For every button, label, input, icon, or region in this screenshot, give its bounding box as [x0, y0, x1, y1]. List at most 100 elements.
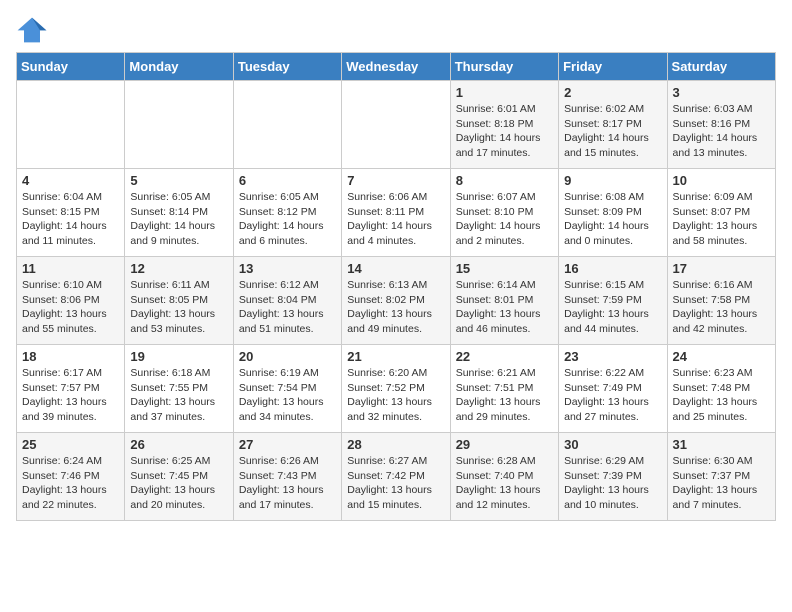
day-number: 29 [456, 437, 553, 452]
day-number: 14 [347, 261, 444, 276]
day-number: 27 [239, 437, 336, 452]
calendar-cell [125, 81, 233, 169]
day-number: 3 [673, 85, 770, 100]
cell-info: Sunrise: 6:05 AM Sunset: 8:12 PM Dayligh… [239, 190, 336, 249]
day-number: 9 [564, 173, 661, 188]
day-number: 10 [673, 173, 770, 188]
weekday-header-tuesday: Tuesday [233, 53, 341, 81]
calendar-cell: 10 Sunrise: 6:09 AM Sunset: 8:07 PM Dayli… [667, 169, 775, 257]
calendar-cell: 30 Sunrise: 6:29 AM Sunset: 7:39 PM Dayli… [559, 433, 667, 521]
calendar-cell: 5Sunrise: 6:05 AM Sunset: 8:14 PM Daylig… [125, 169, 233, 257]
calendar-cell: 31Sunrise: 6:30 AM Sunset: 7:37 PM Dayli… [667, 433, 775, 521]
logo [16, 16, 52, 44]
calendar-cell: 20 Sunrise: 6:19 AM Sunset: 7:54 PM Dayli… [233, 345, 341, 433]
calendar-cell: 24 Sunrise: 6:23 AM Sunset: 7:48 PM Dayli… [667, 345, 775, 433]
calendar-week-3: 11 Sunrise: 6:10 AM Sunset: 8:06 PM Dayli… [17, 257, 776, 345]
cell-info: Sunrise: 6:20 AM Sunset: 7:52 PM Dayligh… [347, 366, 444, 425]
weekday-header-row: SundayMondayTuesdayWednesdayThursdayFrid… [17, 53, 776, 81]
cell-info: Sunrise: 6:01 AM Sunset: 8:18 PM Dayligh… [456, 102, 553, 161]
cell-info: Sunrise: 6:26 AM Sunset: 7:43 PM Dayligh… [239, 454, 336, 513]
cell-info: Sunrise: 6:07 AM Sunset: 8:10 PM Dayligh… [456, 190, 553, 249]
cell-info: Sunrise: 6:22 AM Sunset: 7:49 PM Dayligh… [564, 366, 661, 425]
day-number: 8 [456, 173, 553, 188]
day-number: 1 [456, 85, 553, 100]
day-number: 5 [130, 173, 227, 188]
day-number: 12 [130, 261, 227, 276]
logo-icon [16, 16, 48, 44]
calendar-cell: 15 Sunrise: 6:14 AM Sunset: 8:01 PM Dayli… [450, 257, 558, 345]
day-number: 21 [347, 349, 444, 364]
day-number: 17 [673, 261, 770, 276]
day-number: 18 [22, 349, 119, 364]
calendar-cell: 28 Sunrise: 6:27 AM Sunset: 7:42 PM Dayli… [342, 433, 450, 521]
calendar-cell: 6Sunrise: 6:05 AM Sunset: 8:12 PM Daylig… [233, 169, 341, 257]
calendar-cell: 16 Sunrise: 6:15 AM Sunset: 7:59 PM Dayli… [559, 257, 667, 345]
calendar-cell [233, 81, 341, 169]
day-number: 19 [130, 349, 227, 364]
day-number: 23 [564, 349, 661, 364]
calendar-cell: 17 Sunrise: 6:16 AM Sunset: 7:58 PM Dayli… [667, 257, 775, 345]
weekday-header-sunday: Sunday [17, 53, 125, 81]
calendar-cell: 21 Sunrise: 6:20 AM Sunset: 7:52 PM Dayli… [342, 345, 450, 433]
page-header [16, 16, 776, 44]
calendar-week-4: 18 Sunrise: 6:17 AM Sunset: 7:57 PM Dayli… [17, 345, 776, 433]
day-number: 26 [130, 437, 227, 452]
cell-info: Sunrise: 6:28 AM Sunset: 7:40 PM Dayligh… [456, 454, 553, 513]
calendar-week-1: 1 Sunrise: 6:01 AM Sunset: 8:18 PM Daylig… [17, 81, 776, 169]
calendar-cell: 29 Sunrise: 6:28 AM Sunset: 7:40 PM Dayli… [450, 433, 558, 521]
weekday-header-wednesday: Wednesday [342, 53, 450, 81]
cell-info: Sunrise: 6:16 AM Sunset: 7:58 PM Dayligh… [673, 278, 770, 337]
cell-info: Sunrise: 6:12 AM Sunset: 8:04 PM Dayligh… [239, 278, 336, 337]
weekday-header-monday: Monday [125, 53, 233, 81]
cell-info: Sunrise: 6:24 AM Sunset: 7:46 PM Dayligh… [22, 454, 119, 513]
cell-info: Sunrise: 6:29 AM Sunset: 7:39 PM Dayligh… [564, 454, 661, 513]
calendar-cell: 27 Sunrise: 6:26 AM Sunset: 7:43 PM Dayli… [233, 433, 341, 521]
day-number: 24 [673, 349, 770, 364]
calendar-cell: 11 Sunrise: 6:10 AM Sunset: 8:06 PM Dayli… [17, 257, 125, 345]
day-number: 13 [239, 261, 336, 276]
day-number: 16 [564, 261, 661, 276]
calendar-week-5: 25 Sunrise: 6:24 AM Sunset: 7:46 PM Dayli… [17, 433, 776, 521]
cell-info: Sunrise: 6:27 AM Sunset: 7:42 PM Dayligh… [347, 454, 444, 513]
cell-info: Sunrise: 6:03 AM Sunset: 8:16 PM Dayligh… [673, 102, 770, 161]
cell-info: Sunrise: 6:19 AM Sunset: 7:54 PM Dayligh… [239, 366, 336, 425]
calendar-cell: 8 Sunrise: 6:07 AM Sunset: 8:10 PM Daylig… [450, 169, 558, 257]
calendar-cell: 25 Sunrise: 6:24 AM Sunset: 7:46 PM Dayli… [17, 433, 125, 521]
day-number: 25 [22, 437, 119, 452]
day-number: 31 [673, 437, 770, 452]
calendar-week-2: 4 Sunrise: 6:04 AM Sunset: 8:15 PM Daylig… [17, 169, 776, 257]
day-number: 20 [239, 349, 336, 364]
cell-info: Sunrise: 6:17 AM Sunset: 7:57 PM Dayligh… [22, 366, 119, 425]
calendar-table: SundayMondayTuesdayWednesdayThursdayFrid… [16, 52, 776, 521]
day-number: 11 [22, 261, 119, 276]
calendar-cell: 3 Sunrise: 6:03 AM Sunset: 8:16 PM Daylig… [667, 81, 775, 169]
cell-info: Sunrise: 6:21 AM Sunset: 7:51 PM Dayligh… [456, 366, 553, 425]
calendar-cell: 26Sunrise: 6:25 AM Sunset: 7:45 PM Dayli… [125, 433, 233, 521]
cell-info: Sunrise: 6:02 AM Sunset: 8:17 PM Dayligh… [564, 102, 661, 161]
cell-info: Sunrise: 6:09 AM Sunset: 8:07 PM Dayligh… [673, 190, 770, 249]
calendar-cell [17, 81, 125, 169]
calendar-cell: 2Sunrise: 6:02 AM Sunset: 8:17 PM Daylig… [559, 81, 667, 169]
calendar-cell: 12 Sunrise: 6:11 AM Sunset: 8:05 PM Dayli… [125, 257, 233, 345]
cell-info: Sunrise: 6:14 AM Sunset: 8:01 PM Dayligh… [456, 278, 553, 337]
calendar-cell: 4 Sunrise: 6:04 AM Sunset: 8:15 PM Daylig… [17, 169, 125, 257]
calendar-cell: 13 Sunrise: 6:12 AM Sunset: 8:04 PM Dayli… [233, 257, 341, 345]
weekday-header-thursday: Thursday [450, 53, 558, 81]
day-number: 4 [22, 173, 119, 188]
cell-info: Sunrise: 6:23 AM Sunset: 7:48 PM Dayligh… [673, 366, 770, 425]
day-number: 30 [564, 437, 661, 452]
calendar-cell: 23 Sunrise: 6:22 AM Sunset: 7:49 PM Dayli… [559, 345, 667, 433]
calendar-cell: 1 Sunrise: 6:01 AM Sunset: 8:18 PM Daylig… [450, 81, 558, 169]
cell-info: Sunrise: 6:13 AM Sunset: 8:02 PM Dayligh… [347, 278, 444, 337]
day-number: 22 [456, 349, 553, 364]
day-number: 7 [347, 173, 444, 188]
cell-info: Sunrise: 6:04 AM Sunset: 8:15 PM Dayligh… [22, 190, 119, 249]
calendar-cell: 22 Sunrise: 6:21 AM Sunset: 7:51 PM Dayli… [450, 345, 558, 433]
cell-info: Sunrise: 6:15 AM Sunset: 7:59 PM Dayligh… [564, 278, 661, 337]
cell-info: Sunrise: 6:11 AM Sunset: 8:05 PM Dayligh… [130, 278, 227, 337]
weekday-header-saturday: Saturday [667, 53, 775, 81]
cell-info: Sunrise: 6:10 AM Sunset: 8:06 PM Dayligh… [22, 278, 119, 337]
day-number: 15 [456, 261, 553, 276]
calendar-cell: 19Sunrise: 6:18 AM Sunset: 7:55 PM Dayli… [125, 345, 233, 433]
day-number: 28 [347, 437, 444, 452]
